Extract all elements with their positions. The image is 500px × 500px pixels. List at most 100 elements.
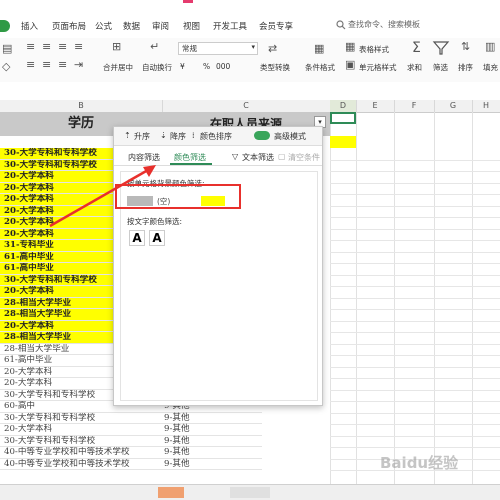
wrap-text-icon[interactable]: ↵: [150, 40, 159, 53]
column-header-e[interactable]: E: [356, 100, 395, 112]
sort-asc-icon[interactable]: ⇡: [124, 131, 131, 140]
column-header-c[interactable]: C: [162, 100, 331, 112]
source-cell[interactable]: 9-其他: [162, 447, 262, 459]
font-color-black-a[interactable]: A: [129, 230, 145, 246]
valign-bottom-icon[interactable]: ≡: [58, 58, 67, 71]
grid-line: [330, 309, 500, 310]
sort-desc-icon[interactable]: ⇣: [160, 131, 167, 140]
grid-line: [330, 412, 500, 414]
source-cell[interactable]: 9-其他: [162, 412, 262, 424]
fill-button[interactable]: 填充: [483, 62, 498, 73]
type-convert-icon[interactable]: ⇄: [268, 42, 277, 55]
grid-line: [330, 343, 500, 345]
sheet-tab-active[interactable]: [158, 487, 184, 498]
menu-developer[interactable]: 开发工具: [213, 20, 247, 32]
advanced-mode-label: 高级模式: [274, 132, 306, 141]
sort-asc-button[interactable]: 升序: [134, 131, 150, 142]
merge-center-icon[interactable]: ⊞: [112, 40, 121, 53]
grid-line: [330, 401, 500, 402]
conditional-format-button[interactable]: 条件格式: [305, 62, 335, 73]
active-tab-underline: [170, 163, 212, 165]
grid-line: [330, 332, 500, 333]
education-cell[interactable]: 30-大学专科和专科学校: [0, 435, 162, 447]
table-style-icon[interactable]: ▦: [345, 40, 355, 53]
sort-button[interactable]: 排序: [458, 62, 473, 73]
sum-icon[interactable]: Σ: [412, 40, 421, 56]
column-header-f[interactable]: F: [394, 100, 435, 112]
cell-style-icon[interactable]: ▣: [345, 58, 355, 71]
column-header-h[interactable]: H: [472, 100, 500, 112]
grid-line: [330, 389, 500, 391]
fill-icon[interactable]: ▥: [485, 40, 495, 53]
indent-icon[interactable]: ⇥: [74, 58, 83, 71]
menu-insert[interactable]: 插入: [21, 20, 38, 32]
selected-cell-d[interactable]: [330, 112, 356, 124]
paste-icon[interactable]: ▤: [2, 42, 12, 55]
sum-button[interactable]: 求和: [407, 62, 422, 73]
source-cell[interactable]: 9-其他: [162, 458, 262, 470]
education-cell[interactable]: 40-中等专业学校和中等技术学校: [0, 458, 162, 470]
filter-button[interactable]: 筛选: [433, 62, 448, 73]
currency-icon[interactable]: ¥: [180, 62, 185, 71]
cell-style-button[interactable]: 单元格样式: [359, 62, 397, 73]
clear-conditions-button[interactable]: 清空条件: [288, 152, 320, 163]
clear-format-icon[interactable]: ◇: [2, 60, 10, 73]
filter-panel-toolbar: ⇡ 升序 ⇣ 降序 ⁞ 颜色排序 高级模式: [114, 127, 322, 146]
type-convert-button[interactable]: 类型转换: [260, 62, 290, 73]
valign-middle-icon[interactable]: ≡: [42, 58, 51, 71]
grid-line: [330, 378, 500, 379]
align-center-icon[interactable]: ≡: [42, 40, 51, 53]
grid-line: [330, 286, 500, 287]
source-cell[interactable]: 9-其他: [162, 424, 262, 436]
font-color-black-a-2[interactable]: A: [149, 230, 165, 246]
search-icon: [336, 20, 346, 30]
sort-desc-button[interactable]: 降序: [170, 131, 186, 142]
yellow-cell-d[interactable]: [330, 136, 356, 148]
wrap-text-button[interactable]: 自动换行: [142, 62, 172, 73]
tab-content-filter[interactable]: 内容筛选: [128, 152, 160, 163]
align-left-icon[interactable]: ≡: [26, 40, 35, 53]
source-cell[interactable]: 9-其他: [162, 435, 262, 447]
search-label: 查找命令、搜索模板: [348, 20, 420, 29]
menu-data[interactable]: 数据: [123, 20, 140, 32]
filter-icon[interactable]: [432, 40, 450, 56]
align-right-icon[interactable]: ≡: [58, 40, 67, 53]
thousands-button[interactable]: 000: [216, 62, 230, 71]
grid-line: [330, 447, 500, 448]
number-format-select[interactable]: 常规 ▾: [178, 42, 258, 55]
sheet-tab[interactable]: [230, 487, 270, 498]
education-cell[interactable]: 30-大学专科和专科学校: [0, 412, 162, 424]
command-search[interactable]: 查找命令、搜索模板: [336, 18, 486, 32]
watermark: Baidu经验: [380, 452, 495, 477]
app-logo-icon[interactable]: [0, 20, 10, 32]
valign-top-icon[interactable]: ≡: [26, 58, 35, 71]
align-justify-icon[interactable]: ≡: [74, 40, 83, 53]
grid-line: [330, 297, 500, 299]
menu-member[interactable]: 会员专享: [259, 20, 293, 32]
color-sort-button[interactable]: 颜色排序: [200, 131, 232, 142]
column-header-g[interactable]: G: [434, 100, 473, 112]
merge-center-button[interactable]: 合并居中: [103, 62, 133, 73]
menu-formula[interactable]: 公式: [95, 20, 112, 32]
conditional-format-icon[interactable]: ▦: [314, 42, 324, 55]
annotation-highlight-box: [115, 184, 241, 209]
filter-tabs: 内容筛选 颜色筛选 ▽ 文本筛选 ▢ 清空条件: [114, 149, 322, 166]
percent-button[interactable]: %: [203, 62, 210, 71]
menu-review[interactable]: 审阅: [152, 20, 169, 32]
formula-bar[interactable]: [0, 82, 500, 101]
sort-icon[interactable]: ⇅: [461, 40, 470, 53]
grid-line: [330, 205, 500, 207]
education-cell[interactable]: 20-大学本科: [0, 424, 162, 436]
menu-view[interactable]: 视图: [183, 20, 200, 32]
column-header-d[interactable]: D: [330, 100, 357, 112]
text-filter-button[interactable]: 文本筛选: [242, 152, 274, 163]
menu-page-layout[interactable]: 页面布局: [52, 20, 86, 32]
color-sort-icon[interactable]: ⁞: [192, 131, 195, 140]
table-style-button[interactable]: 表格样式: [359, 44, 389, 55]
tab-color-filter[interactable]: 颜色筛选: [174, 152, 206, 163]
education-cell[interactable]: 40-中等专业学校和中等技术学校: [0, 447, 162, 459]
filter-panel: ⇡ 升序 ⇣ 降序 ⁞ 颜色排序 高级模式 内容筛选 颜色筛选 ▽ 文本筛选 ▢…: [113, 126, 323, 406]
column-header-b[interactable]: B: [0, 100, 163, 112]
advanced-toggle[interactable]: [254, 131, 270, 140]
grid-line: [330, 366, 500, 368]
